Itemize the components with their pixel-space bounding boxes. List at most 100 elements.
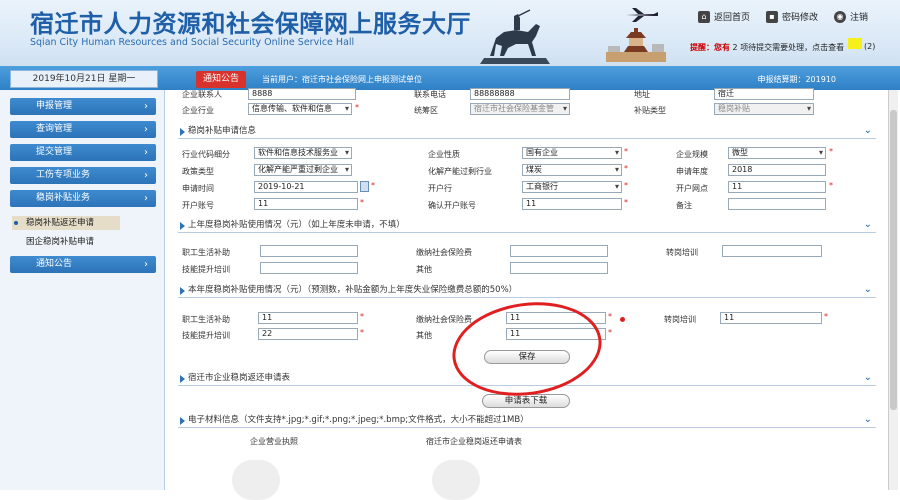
chevron-down-icon[interactable]: ⌄ [864,218,872,231]
last-year-section-header[interactable]: 上年度稳岗补贴使用情况（元）（如上年度未申请，不填） ⌄ [178,219,876,233]
required-mark: * [608,328,612,337]
last-insurance-field[interactable] [510,245,608,257]
required-mark: * [829,181,833,190]
area-select[interactable]: 宿迁市社会保险基金管 [470,103,570,115]
required-mark: * [624,147,628,156]
sidebar-item-notice[interactable]: 通知公告 › [10,256,156,273]
this-wage-field[interactable]: 11 [258,312,358,324]
pagoda-icon [606,28,666,62]
phone-label: 联系电话 [414,90,446,99]
confirm-account-field[interactable]: 11 [522,198,622,210]
chevron-right-icon: › [144,170,148,181]
calendar-icon[interactable] [360,181,369,192]
chevron-down-icon[interactable]: ⌄ [864,283,872,296]
branch-field[interactable]: 11 [728,181,826,193]
nature-select[interactable]: 国有企业 [522,147,622,159]
remark-label: 备注 [676,201,692,210]
sidebar-item-label: 通知公告 [36,259,73,269]
sidebar-subitem-label: 稳岗补贴返还申请 [26,218,95,228]
policy-select[interactable]: 化解产能严重过剩企业 [254,164,352,176]
sidebar-item-label: 申报管理 [36,101,73,111]
phone-field[interactable]: 88888888 [470,88,570,100]
sidebar-item-subsidy[interactable]: 稳岗补贴业务 › [10,190,156,207]
required-mark: * [360,198,364,207]
account-field[interactable]: 11 [254,198,358,210]
lock-icon: ▪ [766,10,778,23]
this-training-field[interactable]: 11 [720,312,822,324]
logout-link[interactable]: ◉ 注销 [834,10,868,23]
sidebar-item-label: 工伤专项业务 [36,170,91,180]
section-title: 电子材料信息（文件支持*.jpg;*.gif;*.png;*.jpeg;*.bm… [188,415,529,425]
this-insurance-label: 缴纳社会保险费 [416,315,472,324]
sidebar-subitem-return[interactable]: 稳岗补贴返还申请 [12,216,120,230]
contact-label: 企业联系人 [182,90,222,99]
notice-tab[interactable]: 通知公告 [196,71,246,88]
home-icon: ⌂ [698,10,710,23]
policy-label: 政策类型 [182,167,214,176]
form-upload[interactable] [432,460,480,500]
bullet-icon [14,221,18,225]
pending-notice[interactable]: 提醒：您有 2 项待提交需要处理，点击查看 (2) [690,42,875,53]
this-year-section-header[interactable]: 本年度稳岗补贴使用情况（元）（预测数，补贴金额为上年度失业保险缴费总额的50%）… [178,284,876,298]
time-label: 申请时间 [182,184,214,193]
highlight-mark [848,38,862,49]
subsidy-type-select[interactable]: 稳岗补贴 [714,103,814,115]
year-field[interactable]: 2018 [728,164,826,176]
sidebar-item-label: 提交管理 [36,147,73,157]
capacity-label: 化解产能过剩行业 [428,167,492,176]
chevron-down-icon[interactable]: ⌄ [864,124,872,137]
password-link[interactable]: ▪ 密码修改 [766,10,818,23]
required-mark: * [824,312,828,321]
sidebar-subitem-hardship[interactable]: 困企稳岗补贴申请 [12,235,94,249]
scrollbar[interactable] [888,90,898,490]
apply-section-header[interactable]: 稳岗补贴申请信息 ⌄ [178,125,876,139]
section-title: 宿迁市企业稳岗返还申请表 [188,373,291,383]
chevron-right-icon: › [144,101,148,112]
this-skill-field[interactable]: 22 [258,328,358,340]
chevron-down-icon[interactable]: ⌄ [864,413,872,426]
current-user: 当前用户：宿迁市社会保险网上申报测试单位 [262,75,422,84]
industry-label: 企业行业 [182,106,214,115]
pending-count: 2 [732,43,738,52]
contact-field[interactable]: 8888 [248,88,356,100]
chevron-right-icon: › [144,124,148,135]
required-mark: * [371,181,375,190]
confirm-account-label: 确认开户账号 [428,201,476,210]
capacity-select[interactable]: 煤炭 [522,164,622,176]
sidebar-item-submit[interactable]: 提交管理 › [10,144,156,161]
section-title: 稳岗补贴申请信息 [188,126,257,136]
pending-badge: (2) [864,42,876,51]
chevron-down-icon[interactable]: ⌄ [864,371,872,384]
section-title: 上年度稳岗补贴使用情况（元）（如上年度未申请，不填） [188,220,405,230]
site-title: 宿迁市人力资源和社会保障网上服务大厅 [30,10,471,38]
required-mark: * [624,198,628,207]
last-skill-field[interactable] [260,262,358,274]
account-label: 开户账号 [182,201,214,210]
home-link[interactable]: ⌂ 返回首页 [698,10,750,23]
bank-select[interactable]: 工商银行 [522,181,622,193]
current-date: 2019年10月21日 星期一 [10,70,158,88]
required-mark: * [360,328,364,337]
sidebar-item-injury[interactable]: 工伤专项业务 › [10,167,156,184]
last-wage-field[interactable] [260,245,358,257]
password-link-label: 密码修改 [782,13,819,23]
materials-section-header[interactable]: 电子材料信息（文件支持*.jpg;*.gif;*.png;*.jpeg;*.bm… [178,414,876,428]
last-other-field[interactable] [510,262,608,274]
sidebar-item-declare[interactable]: 申报管理 › [10,98,156,115]
sidebar-item-query[interactable]: 查询管理 › [10,121,156,138]
industry-select[interactable]: 信息传输、软件和信息 [248,103,352,115]
license-upload[interactable] [232,460,280,500]
scrollbar-thumb[interactable] [890,110,897,410]
required-mark: * [355,103,359,112]
date-field[interactable]: 2019-10-21 [254,181,358,193]
last-training-field[interactable] [722,245,822,257]
airplane-icon [626,8,658,22]
sidebar-subitem-label: 困企稳岗补贴申请 [26,237,95,247]
remark-field[interactable] [728,198,826,210]
scale-select[interactable]: 微型 [728,147,826,159]
code-select[interactable]: 软件和信息技术服务业 [254,147,352,159]
chevron-right-icon: › [144,259,148,270]
home-link-label: 返回首页 [714,13,751,23]
download-form-button[interactable]: 申请表下载 [482,394,570,408]
address-field[interactable]: 宿迁 [714,88,814,100]
